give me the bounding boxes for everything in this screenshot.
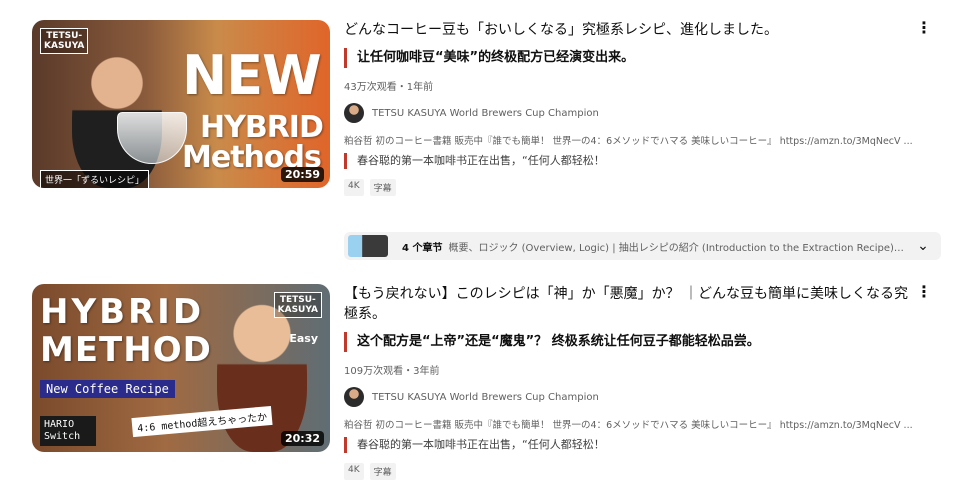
thumbnail-caption: 世界一「ずるいレシピ」 bbox=[40, 170, 150, 188]
duration-badge: 20:32 bbox=[280, 431, 324, 446]
duration-badge: 20:59 bbox=[280, 167, 324, 182]
avatar[interactable] bbox=[344, 387, 364, 407]
more-actions-icon[interactable]: ⋮ bbox=[914, 18, 934, 38]
description-translation: 春谷聪的第一本咖啡书正在出售，“任何人都轻松！ bbox=[344, 153, 916, 169]
thumbnail-text-hybrid: HYBRID bbox=[40, 292, 205, 332]
brand-badge: TETSU- KASUYA bbox=[273, 292, 322, 318]
video-thumbnail[interactable]: TETSU- KASUYA HYBRID METHOD New Coffee R… bbox=[32, 284, 330, 452]
badge-row: 4K 字幕 bbox=[344, 463, 916, 480]
translation-quote: 这个配方是“上帝”还是“魔鬼”？ 终极系统让任何豆子都能轻松品尝。 bbox=[344, 332, 916, 352]
translation-quote: 让任何咖啡豆“美味”的终极配方已经演变出来。 bbox=[344, 48, 916, 68]
video-info: 【もう戻れない】このレシピは「神」か「悪魔」か？ ｜どんな豆も簡単に美味しくなる… bbox=[344, 284, 916, 480]
thumbnail-hario-label: HARIO Switch bbox=[40, 416, 96, 446]
chapter-count: 4 个章节 bbox=[402, 242, 443, 254]
channel-link[interactable]: TETSU KASUYA World Brewers Cup Champion bbox=[344, 101, 916, 125]
video-title[interactable]: 【もう戻れない】このレシピは「神」か「悪魔」か？ ｜どんな豆も簡単に美味しくなる… bbox=[344, 284, 916, 324]
video-meta: 109万次观看・3年前 bbox=[344, 366, 440, 377]
video-result: TETSU- KASUYA HYBRID METHOD New Coffee R… bbox=[0, 280, 960, 501]
description-translation: 春谷聪的第一本咖啡书正在出售，“任何人都轻松！ bbox=[344, 437, 916, 453]
video-result: TETSU- KASUYA NEW HYBRID Methods 世界一「ずるい… bbox=[0, 0, 960, 280]
chapter-list-text: 概要、ロジック (Overview, Logic) | 抽出レシピの紹介 (In… bbox=[448, 242, 907, 254]
thumbnail-text-method: METHOD bbox=[40, 330, 212, 370]
video-meta: 43万次观看・1年前 bbox=[344, 82, 434, 93]
badge-4k: 4K bbox=[344, 463, 364, 480]
channel-name[interactable]: TETSU KASUYA World Brewers Cup Champion bbox=[372, 108, 599, 119]
more-actions-icon[interactable]: ⋮ bbox=[914, 282, 934, 302]
badge-4k: 4K bbox=[344, 179, 364, 196]
video-description: 粕谷哲 初のコーヒー書籍 販売中『誰でも簡単！ 世界一の4：6メソッドでハマる … bbox=[344, 420, 913, 431]
chapter-thumbnail bbox=[348, 235, 388, 257]
brand-badge: TETSU- KASUYA bbox=[40, 28, 89, 54]
badge-subtitles: 字幕 bbox=[369, 463, 396, 480]
channel-name[interactable]: TETSU KASUYA World Brewers Cup Champion bbox=[372, 392, 599, 403]
video-description: 粕谷哲 初のコーヒー書籍 販売中『誰でも簡単！ 世界一の4：6メソッドでハマる … bbox=[344, 136, 913, 147]
chevron-down-icon[interactable]: ⌄ bbox=[913, 238, 933, 254]
video-info: どんなコーヒー豆も「おいしくなる」究極系レシピ、進化しました。 让任何咖啡豆“美… bbox=[344, 20, 916, 196]
chapters-bar[interactable]: 4 个章节 概要、ロジック (Overview, Logic) | 抽出レシピの… bbox=[344, 232, 941, 260]
video-title[interactable]: どんなコーヒー豆も「おいしくなる」究極系レシピ、進化しました。 bbox=[344, 20, 916, 40]
thumbnail-banner: New Coffee Recipe bbox=[40, 380, 175, 398]
video-thumbnail[interactable]: TETSU- KASUYA NEW HYBRID Methods 世界一「ずるい… bbox=[32, 20, 330, 188]
channel-link[interactable]: TETSU KASUYA World Brewers Cup Champion bbox=[344, 385, 916, 409]
thumbnail-easy-label: Easy bbox=[289, 332, 318, 345]
avatar[interactable] bbox=[344, 103, 364, 123]
badge-row: 4K 字幕 bbox=[344, 179, 916, 196]
badge-subtitles: 字幕 bbox=[369, 179, 396, 196]
thumbnail-text-new: NEW bbox=[182, 44, 322, 107]
